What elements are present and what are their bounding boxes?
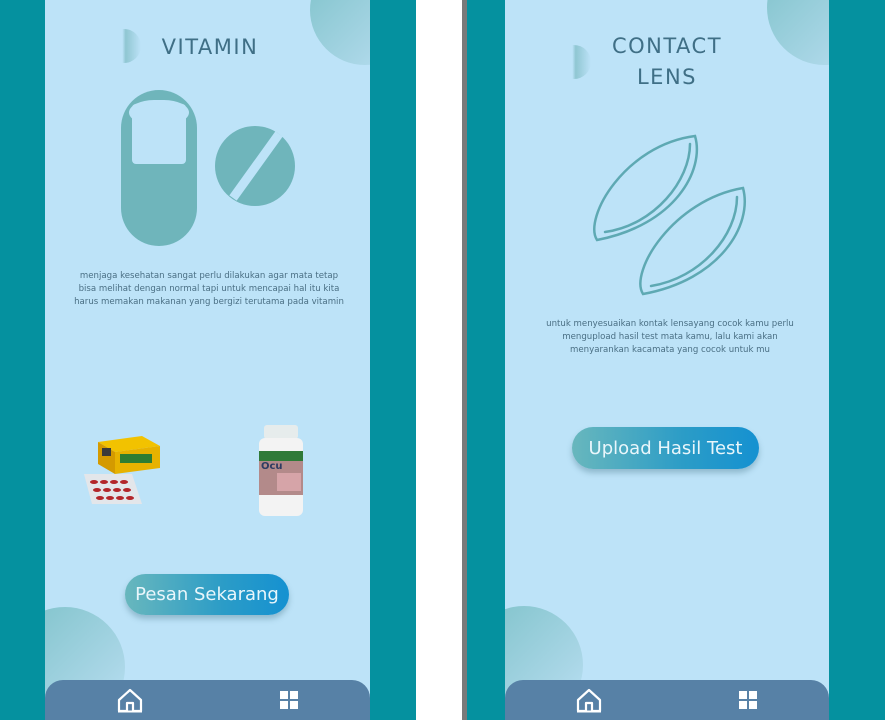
bottom-navbar	[505, 680, 829, 720]
page-title: CONTACT LENS	[597, 31, 737, 93]
title-line-2: LENS	[636, 65, 697, 89]
home-icon[interactable]	[117, 687, 143, 713]
grid-icon[interactable]	[280, 691, 298, 709]
product-box-image[interactable]	[80, 434, 165, 509]
product-label: Ocu	[261, 461, 283, 472]
contact-lens-icon	[593, 134, 746, 296]
title-line-1: CONTACT	[611, 34, 723, 58]
decor-circle-top	[767, 0, 829, 65]
pill-capsule-icon	[121, 90, 295, 246]
grid-icon[interactable]	[739, 691, 757, 709]
order-now-button[interactable]: Pesan Sekarang	[125, 574, 289, 615]
upload-test-result-button[interactable]: Upload Hasil Test	[572, 427, 759, 469]
home-icon[interactable]	[576, 687, 602, 713]
decor-circle-top	[310, 0, 370, 65]
contact-lens-screen: CONTACT LENS untuk menyesuaikan kontak l…	[505, 0, 829, 720]
divider	[462, 0, 467, 720]
bottom-navbar	[45, 680, 370, 720]
page-title: VITAMIN	[161, 35, 259, 59]
title-accent-icon	[570, 45, 591, 79]
description-text: untuk menyesuaikan kontak lensayang coco…	[546, 319, 794, 355]
title-accent-icon	[120, 29, 141, 63]
description-text: menjaga kesehatan sangat perlu dilakukan…	[74, 271, 344, 307]
product-bottle-image[interactable]: Ocu	[257, 425, 305, 517]
vitamin-screen: VITAMIN menjaga kesehatan sangat perlu d…	[45, 0, 370, 720]
